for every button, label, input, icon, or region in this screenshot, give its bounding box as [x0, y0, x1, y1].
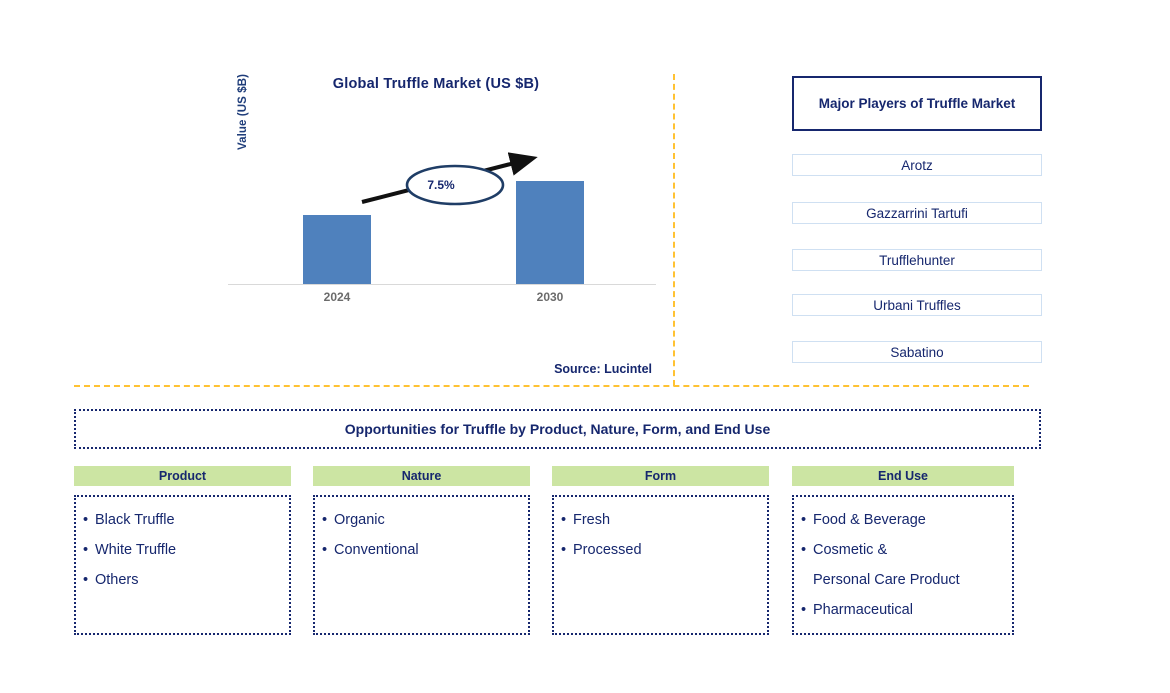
bullet-icon: • [801, 542, 807, 558]
bullet-icon: • [83, 512, 89, 528]
bullet-icon: • [322, 542, 328, 558]
category-list-item-label: White Truffle [95, 542, 177, 558]
category-header-product: Product [74, 466, 291, 486]
category-list-item-label: Food & Beverage [813, 512, 926, 528]
horizontal-divider [74, 385, 1029, 387]
infographic-page: Global Truffle Market (US $B) Value (US … [0, 0, 1170, 693]
player-row[interactable]: Trufflehunter [792, 249, 1042, 271]
category-list-item-label: Conventional [334, 542, 419, 558]
bullet-icon: • [561, 542, 567, 558]
player-row[interactable]: Gazzarrini Tartufi [792, 202, 1042, 224]
category-box-nature: • Organic • Conventional [313, 495, 530, 635]
category-header-form: Form [552, 466, 769, 486]
bullet-icon: • [322, 512, 328, 528]
category-list-item: • Pharmaceutical [801, 595, 1012, 625]
category-box-product: • Black Truffle • White Truffle • Others [74, 495, 291, 635]
category-list-item-label: Fresh [573, 512, 611, 528]
category-list-item: • Food & Beverage [801, 505, 1012, 535]
category-list-item-label: Pharmaceutical [813, 602, 913, 618]
bullet-icon: • [83, 542, 89, 558]
opportunities-banner: Opportunities for Truffle by Product, Na… [74, 409, 1041, 449]
category-box-form: • Fresh • Processed [552, 495, 769, 635]
bullet-icon: • [801, 512, 807, 528]
category-list-item-label: Others [95, 572, 139, 588]
chart-source: Source: Lucintel [554, 362, 652, 376]
cagr-value-label: 7.5% [427, 178, 455, 192]
chart-x-axis-line [228, 284, 656, 285]
category-list-item: • Conventional [322, 535, 528, 565]
category-list-item: • Others [83, 565, 289, 595]
category-list-item: • White Truffle [83, 535, 289, 565]
category-list-item-label: Cosmetic & Personal Care Product [813, 542, 960, 588]
category-list-item: • Black Truffle [83, 505, 289, 535]
chart-title: Global Truffle Market (US $B) [332, 76, 540, 92]
vertical-divider [673, 74, 675, 386]
bullet-icon: • [83, 572, 89, 588]
category-list-item: • Organic [322, 505, 528, 535]
category-list-item: • Cosmetic & Personal Care Product [801, 535, 1012, 595]
bar-2024 [303, 215, 371, 284]
category-list-item-label: Black Truffle [95, 512, 175, 528]
category-header-end-use: End Use [792, 466, 1014, 486]
player-row[interactable]: Urbani Truffles [792, 294, 1042, 316]
bullet-icon: • [801, 602, 807, 618]
category-list-item-label: Processed [573, 542, 642, 558]
player-row[interactable]: Arotz [792, 154, 1042, 176]
category-list-item: • Processed [561, 535, 767, 565]
chart-y-axis-label: Value (US $B) [237, 73, 249, 151]
bullet-icon: • [561, 512, 567, 528]
category-list-item-label: Organic [334, 512, 385, 528]
x-tick-label-2024: 2024 [323, 290, 351, 304]
category-box-end-use: • Food & Beverage • Cosmetic & Personal Car… [792, 495, 1014, 635]
player-row[interactable]: Sabatino [792, 341, 1042, 363]
category-list-item: • Fresh [561, 505, 767, 535]
major-players-header: Major Players of Truffle Market [792, 76, 1042, 131]
category-header-nature: Nature [313, 466, 530, 486]
x-tick-label-2030: 2030 [536, 290, 564, 304]
